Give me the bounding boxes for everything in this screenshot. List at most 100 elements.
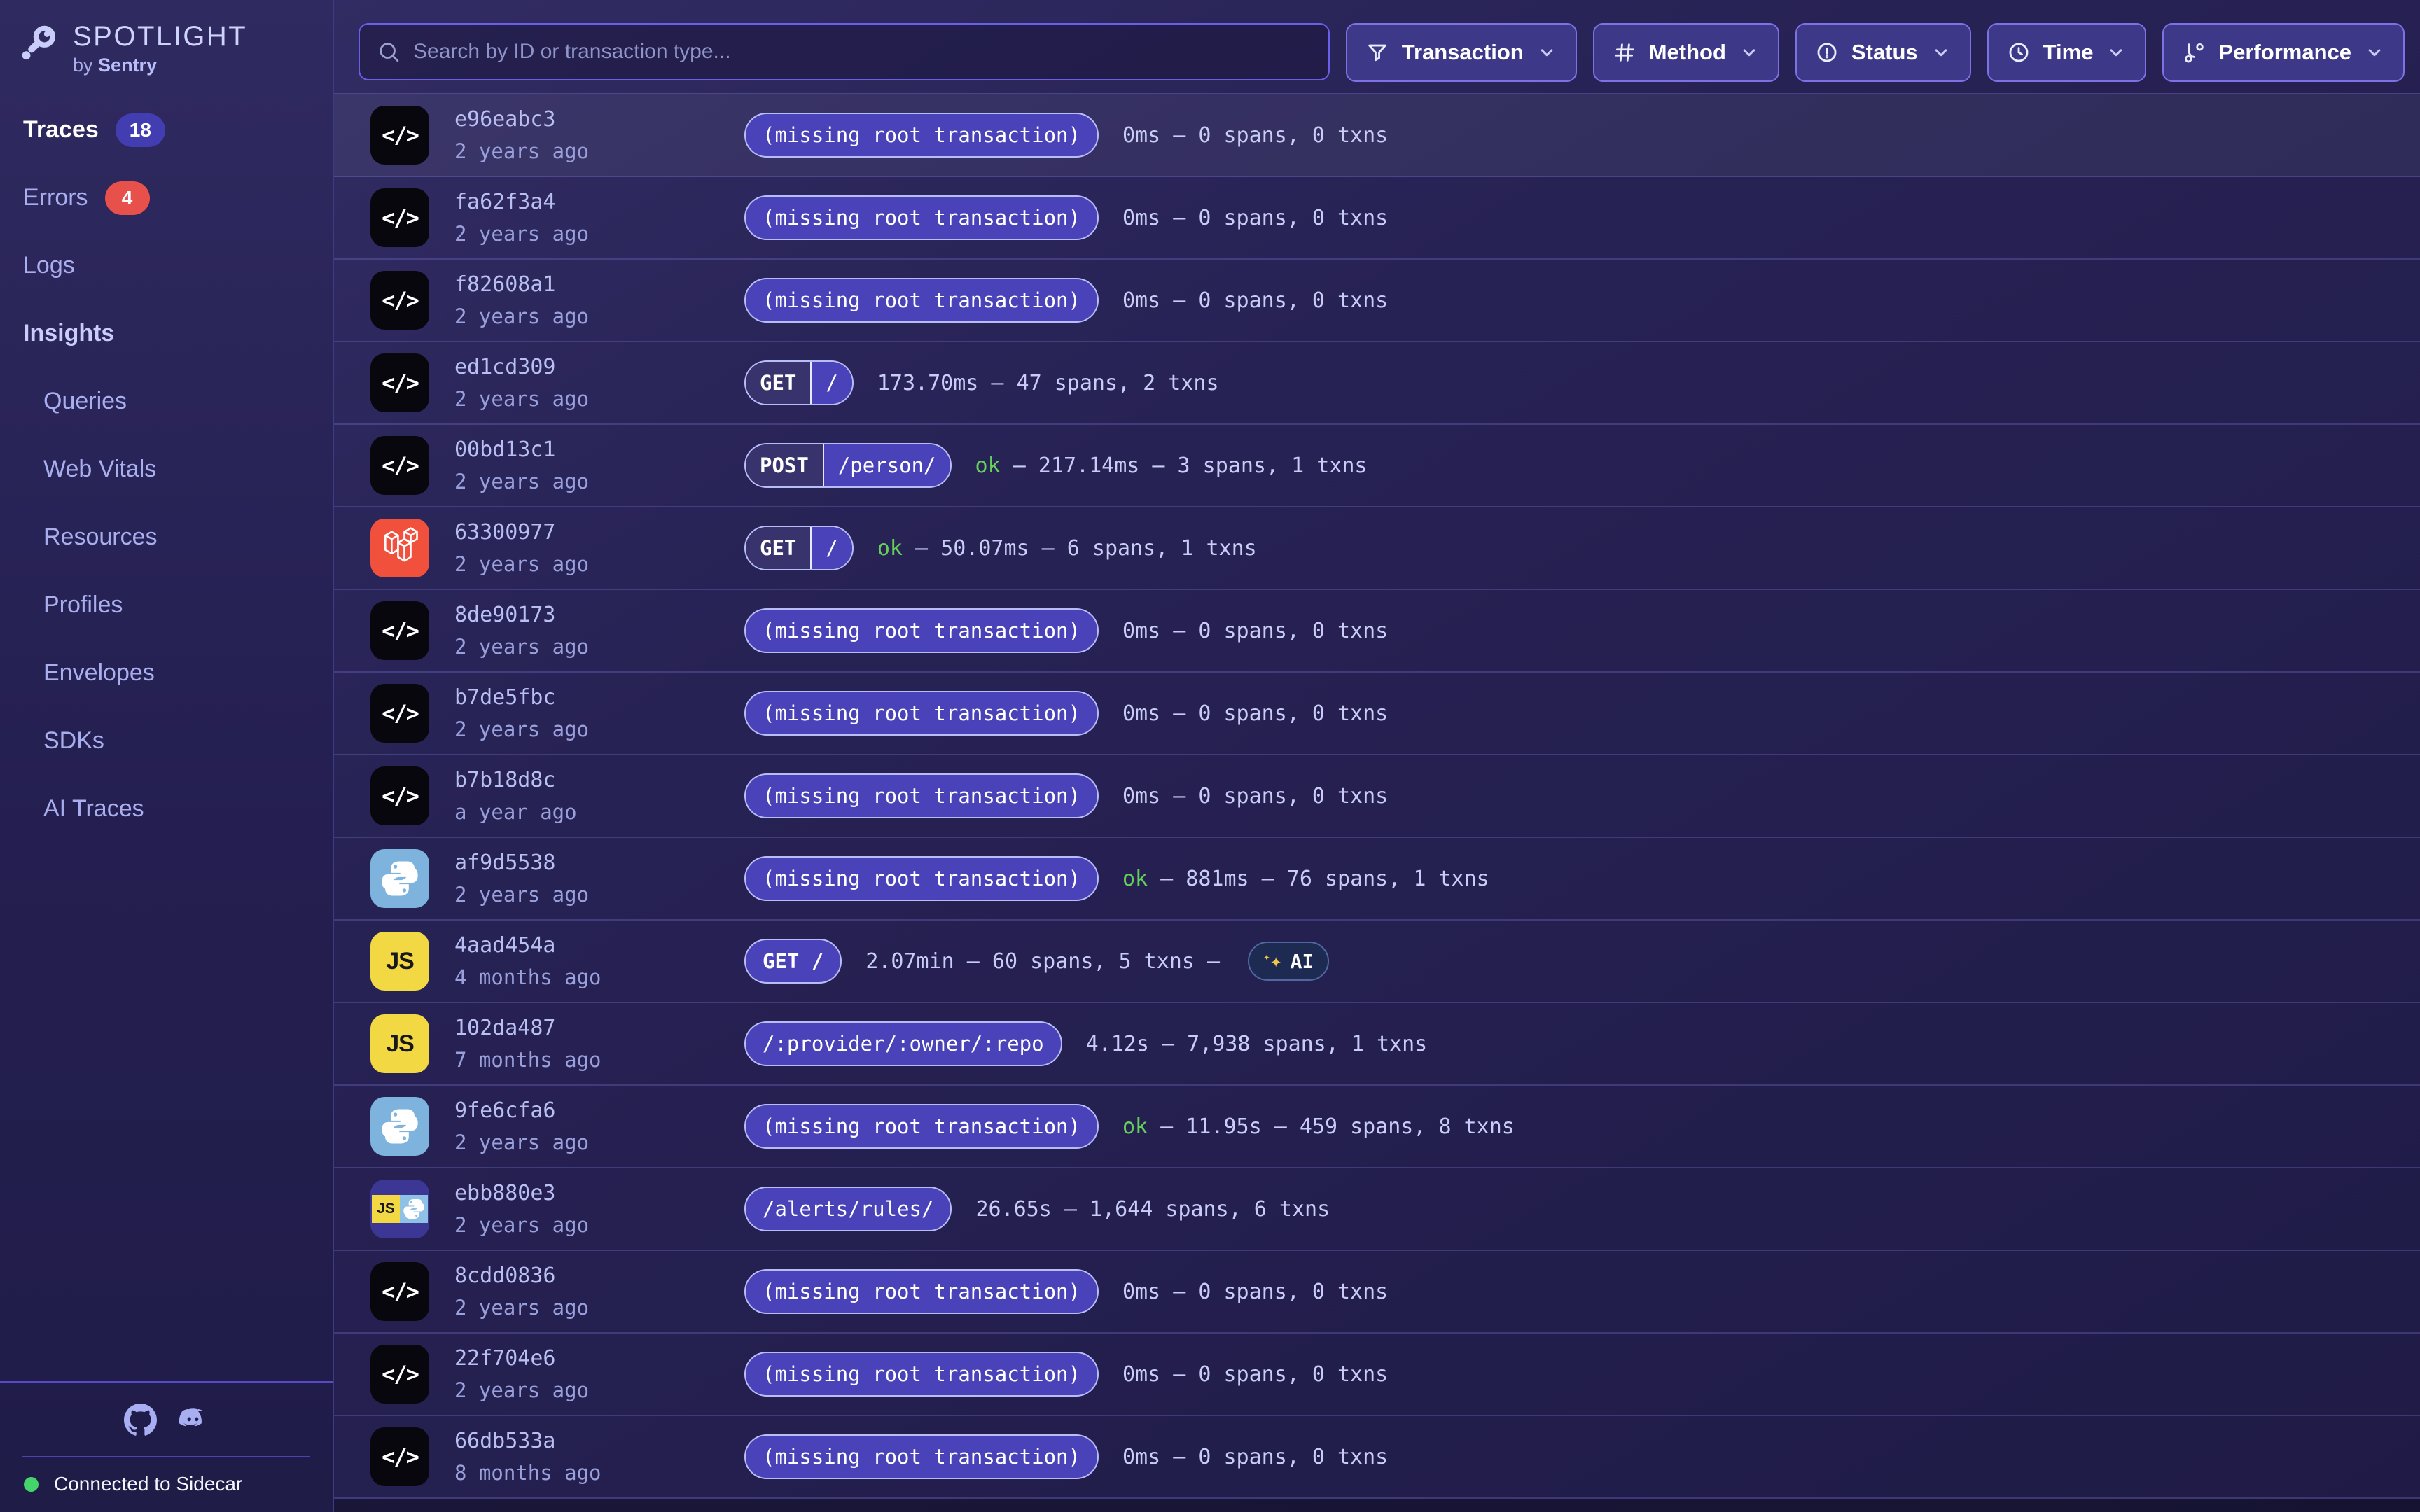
filter-label: Method <box>1649 40 1726 65</box>
trace-row[interactable]: </>b7de5fbc2 years ago(missing root tran… <box>334 673 2420 755</box>
trace-row[interactable]: </> 8cdd08362 years ago(missing root tran… <box>334 1251 2420 1334</box>
stats-text: 0ms — 0 spans, 0 txns <box>1122 123 1388 148</box>
sidebar-item-ai-traces[interactable]: AI Traces <box>0 775 333 843</box>
sidebar-item-web-vitals[interactable]: Web Vitals <box>0 435 333 503</box>
sidebar-item-resources[interactable]: Resources <box>0 503 333 571</box>
trace-meta: 66db533a 8 months ago <box>454 1429 744 1485</box>
sidebar-item-envelopes[interactable]: Envelopes <box>0 639 333 707</box>
trace-stats: 0ms — 0 spans, 0 txns <box>1122 784 1388 808</box>
trace-meta: 00bd13c12 years ago <box>454 438 744 493</box>
trace-id: 9fe6cfa6 <box>454 1098 744 1123</box>
filter-button-time[interactable]: Time <box>1987 23 2147 82</box>
missing-root-transaction-badge: (missing root transaction) <box>744 691 1099 736</box>
search-input[interactable] <box>413 40 1312 64</box>
filter-button-status[interactable]: Status <box>1795 23 1971 82</box>
sidebar-item-queries[interactable]: Queries <box>0 368 333 435</box>
trace-row[interactable]: </>b7b18d8ca year ago(missing root trans… <box>334 755 2420 838</box>
discord-icon[interactable] <box>176 1404 209 1436</box>
trace-row[interactable]: </>f82608a12 years ago(missing root tran… <box>334 260 2420 342</box>
trace-age: 2 years ago <box>454 387 744 411</box>
transaction-path: / <box>812 527 851 569</box>
method-badge: GET/ <box>744 526 854 570</box>
trace-meta: b7de5fbc2 years ago <box>454 685 744 741</box>
trace-row[interactable]: af9d55382 years ago(missing root transac… <box>334 838 2420 920</box>
filter-button-performance[interactable]: Performance <box>2162 23 2405 82</box>
code-icon: </> <box>370 1262 429 1321</box>
traces-count-badge: 18 <box>116 113 165 147</box>
trace-meta: f82608a12 years ago <box>454 272 744 328</box>
sidebar-item-sdks[interactable]: SDKs <box>0 707 333 775</box>
trace-stats: 0ms — 0 spans, 0 txns <box>1122 1362 1388 1387</box>
trace-stats: 0ms — 0 spans, 0 txns <box>1122 288 1388 313</box>
toolbar: Transaction Method Status Time Performance <box>334 0 2420 82</box>
transaction-path: / <box>812 362 851 404</box>
trace-row[interactable]: </>e96eabc32 years ago(missing root tran… <box>334 94 2420 177</box>
stats-text: 4.12s — 7,938 spans, 1 txns <box>1086 1032 1428 1056</box>
trace-age: 2 years ago <box>454 718 744 741</box>
http-method: GET <box>746 527 812 569</box>
trace-age: 8 months ago <box>454 1461 744 1485</box>
trace-row[interactable]: JS102da4877 months ago/:provider/:owner/… <box>334 1003 2420 1086</box>
stats-text: 0ms — 0 spans, 0 txns <box>1122 288 1388 313</box>
search-bar <box>359 23 1330 80</box>
filter-label: Transaction <box>1402 40 1524 65</box>
http-method: GET <box>746 362 812 404</box>
trace-age: 2 years ago <box>454 1130 744 1154</box>
github-icon[interactable] <box>124 1404 157 1436</box>
trace-row[interactable]: </>66db533a8 months ago(missing root tra… <box>334 1416 2420 1499</box>
trace-row[interactable]: JS4aad454a4 months agoGET /2.07min — 60 … <box>334 920 2420 1003</box>
trace-row[interactable]: </>8de901732 years ago(missing root tran… <box>334 590 2420 673</box>
trace-row[interactable]: </>fa62f3a42 years ago(missing root tran… <box>334 177 2420 260</box>
sidebar-item-insights[interactable]: Insights <box>0 300 333 368</box>
trace-meta: 8de90173 2 years ago <box>454 603 744 659</box>
trace-row[interactable]: JSebb880e32 years ago/alerts/rules/26.65… <box>334 1168 2420 1251</box>
trace-age: 2 years ago <box>454 1296 744 1320</box>
stats-text: — 11.95s — 459 spans, 8 txns <box>1148 1114 1515 1139</box>
chevron-down-icon <box>1536 42 1557 63</box>
trace-age: 2 years ago <box>454 883 744 906</box>
trace-row[interactable]: </>00bd13c12 years agoPOST/person/ok — 2… <box>334 425 2420 507</box>
trace-row[interactable]: </>22f704e62 years ago(missing root tran… <box>334 1334 2420 1416</box>
stats-text: 26.65s — 1,644 spans, 6 txns <box>975 1197 1330 1222</box>
trace-id: 4aad454a <box>454 933 744 958</box>
missing-root-transaction-badge: (missing root transaction) <box>744 1104 1099 1149</box>
stats-text: 0ms — 0 spans, 0 txns <box>1122 206 1388 230</box>
filter-button-transaction[interactable]: Transaction <box>1346 23 1577 82</box>
route-icon <box>2182 41 2206 64</box>
trace-row[interactable]: 9fe6cfa6 2 years ago(missing root transac… <box>334 1086 2420 1168</box>
stats-text: 0ms — 0 spans, 0 txns <box>1122 619 1388 643</box>
filter-buttons: Transaction Method Status Time Performance <box>1346 23 2405 82</box>
method-badge: GET/ <box>744 360 854 405</box>
code-icon: </> <box>370 436 429 495</box>
transaction-badge: GET / <box>744 939 842 983</box>
trace-stats: 26.65s — 1,644 spans, 6 txns <box>975 1197 1330 1222</box>
trace-meta: 8cdd08362 years ago <box>454 1264 744 1320</box>
hash-icon <box>1613 41 1636 64</box>
missing-root-transaction-badge: (missing root transaction) <box>744 608 1099 653</box>
trace-id: 66db533a <box>454 1429 744 1453</box>
missing-root-transaction-badge: (missing root transaction) <box>744 774 1099 818</box>
sidecar-status: Connected to Sidecar <box>0 1457 333 1512</box>
trace-id: e96eabc3 <box>454 107 744 132</box>
status-ok: ok <box>1122 867 1148 891</box>
sidebar-item-traces[interactable]: Traces18 <box>0 96 333 164</box>
sidebar-item-profiles[interactable]: Profiles <box>0 571 333 639</box>
filter-button-method[interactable]: Method <box>1593 23 1779 82</box>
chevron-down-icon <box>2106 42 2127 63</box>
trace-age: 2 years ago <box>454 635 744 659</box>
trace-meta: af9d55382 years ago <box>454 850 744 906</box>
missing-root-transaction-badge: (missing root transaction) <box>744 1269 1099 1314</box>
trace-row[interactable]: 633009772 years agoGET/ok — 50.07ms — 6 … <box>334 507 2420 590</box>
trace-row[interactable]: </>ed1cd3092 years agoGET/173.70ms — 47 … <box>334 342 2420 425</box>
trace-age: 2 years ago <box>454 304 744 328</box>
missing-root-transaction-badge: (missing root transaction) <box>744 1352 1099 1396</box>
sidebar-item-label: Resources <box>43 524 158 551</box>
sidebar-item-logs[interactable]: Logs <box>0 232 333 300</box>
trace-list: </>e96eabc32 years ago(missing root tran… <box>334 93 2420 1499</box>
stats-text: 173.70ms — 47 spans, 2 txns <box>877 371 1219 396</box>
sidebar-item-errors[interactable]: Errors4 <box>0 164 333 232</box>
trace-age: 2 years ago <box>454 1213 744 1237</box>
trace-id: 8de90173 <box>454 603 744 627</box>
status-ok: ok <box>877 536 903 561</box>
app-logo: SPOTLIGHT by Sentry <box>0 0 333 76</box>
